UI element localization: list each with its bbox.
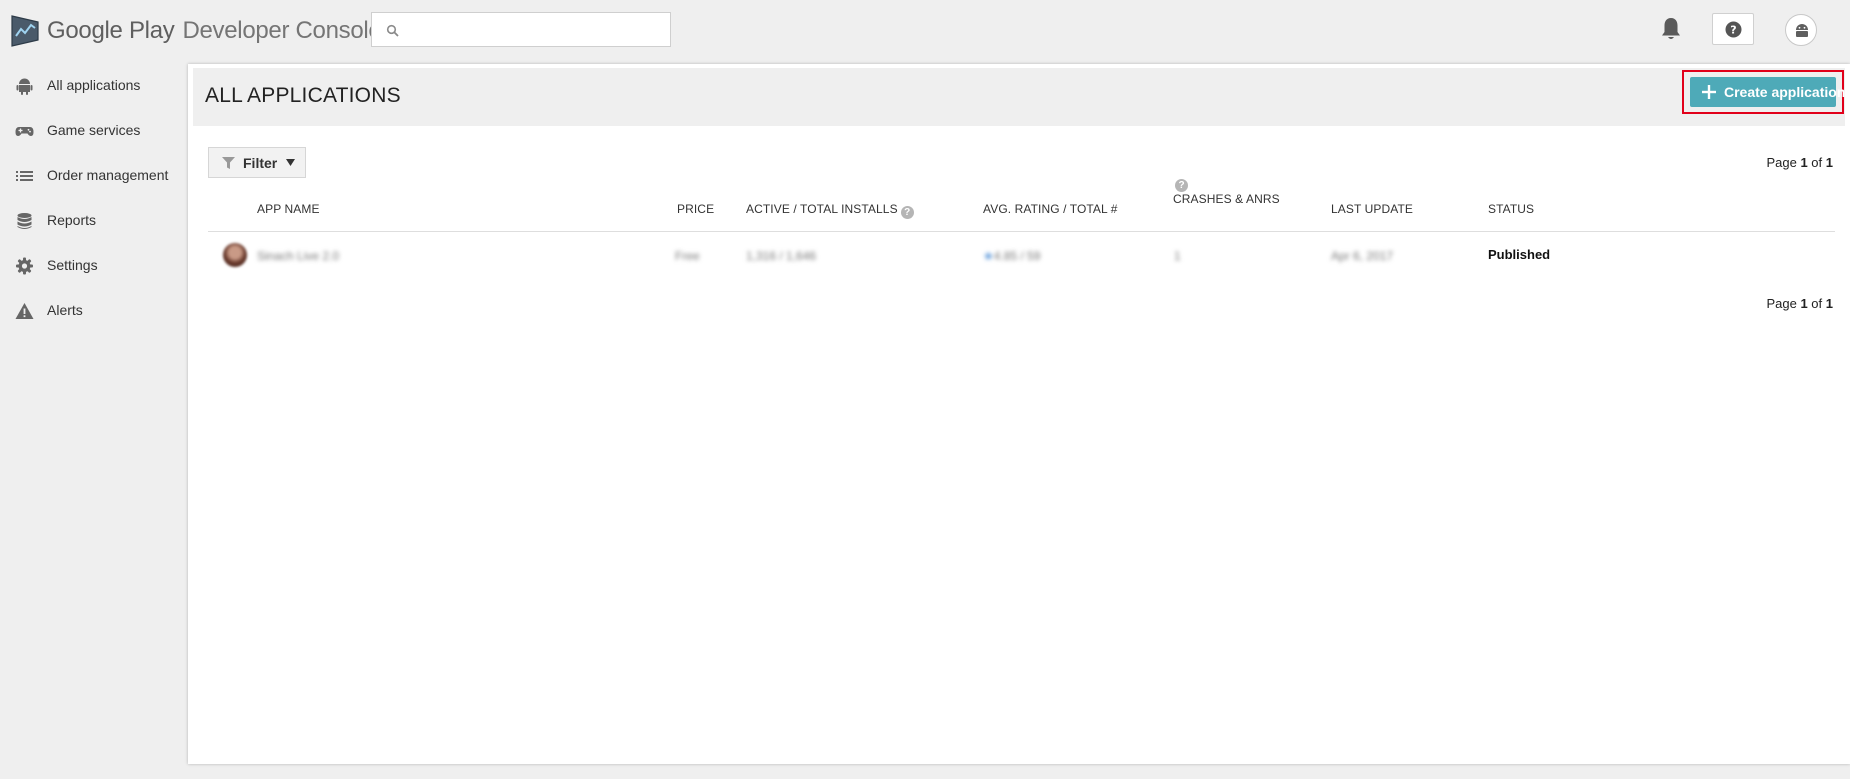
chevron-down-icon [286, 159, 295, 166]
pagination-top: Page 1 of 1 [1766, 155, 1833, 170]
pager-total-pages: 1 [1825, 296, 1833, 311]
search-input[interactable] [408, 13, 666, 46]
brand-google-play: Google Play [47, 17, 175, 44]
search-icon [386, 24, 399, 37]
svg-text:?: ? [1730, 24, 1736, 37]
pagination-bottom: Page 1 of 1 [1766, 296, 1833, 311]
last-update-cell: Apr 6, 2017 [1331, 249, 1394, 263]
account-avatar-button[interactable] [1785, 14, 1817, 46]
brand-title[interactable]: Google Play Developer Console [47, 15, 382, 47]
pager-of: of [1807, 296, 1826, 311]
rating-value: 4.85 / 59 [993, 249, 1041, 263]
crashes-cell: 1 [1174, 249, 1181, 263]
pager-prefix: Page [1766, 296, 1801, 311]
rating-cell: ★4.85 / 59 [983, 249, 1040, 263]
main-panel: ALL APPLICATIONS Create application Filt… [188, 64, 1850, 764]
notifications-bell-icon[interactable] [1659, 16, 1683, 42]
sidebar-item-reports[interactable]: Reports [0, 197, 187, 242]
create-application-label: Create application [1724, 84, 1846, 100]
sidebar-item-order-management[interactable]: Order management [0, 152, 187, 197]
app-icon [223, 243, 247, 267]
sidebar-item-label: Order management [47, 167, 169, 183]
help-icon[interactable]: ? [900, 206, 914, 219]
column-header-status[interactable]: STATUS [1488, 202, 1534, 216]
create-application-button[interactable]: Create application [1690, 77, 1845, 107]
column-header-installs-label: ACTIVE / TOTAL INSTALLS [746, 202, 898, 216]
app-name-cell[interactable]: Sinach Live 2.0 [257, 249, 339, 263]
column-header-last-update[interactable]: LAST UPDATE [1331, 202, 1413, 216]
column-header-price[interactable]: PRICE [677, 202, 714, 216]
warning-icon [15, 303, 34, 319]
column-header-crashes[interactable]: CRASHES & ANRS [1173, 192, 1280, 206]
google-play-logo-icon[interactable] [10, 14, 40, 48]
list-icon [16, 171, 33, 181]
star-icon: ★ [983, 249, 994, 263]
android-avatar-icon [1796, 24, 1808, 37]
column-header-rating[interactable]: AVG. RATING / TOTAL # [983, 202, 1118, 216]
column-header-installs[interactable]: ACTIVE / TOTAL INSTALLS? [746, 202, 914, 219]
sidebar-item-alerts[interactable]: Alerts [0, 287, 187, 332]
pager-current-page: 1 [1800, 155, 1808, 170]
help-icon[interactable]: ? [1175, 179, 1188, 192]
sidebar-item-label: All applications [47, 77, 141, 93]
sidebar-item-settings[interactable]: Settings [0, 242, 187, 287]
sidebar-item-game-services[interactable]: Game services [0, 107, 187, 152]
status-cell: Published [1488, 247, 1551, 262]
pager-prefix: Page [1766, 155, 1801, 170]
pager-current-page: 1 [1800, 296, 1808, 311]
price-cell: Free [675, 249, 700, 263]
pager-of: of [1807, 155, 1826, 170]
table-row[interactable]: Sinach Live 2.0 Free 1,316 / 1,646 ★4.85… [208, 232, 1835, 277]
sidebar-item-all-applications[interactable]: All applications [0, 62, 187, 107]
filter-funnel-icon [222, 157, 235, 169]
page-title: ALL APPLICATIONS [205, 84, 401, 107]
gamepad-icon [15, 127, 34, 136]
gear-icon [16, 257, 33, 275]
plus-icon [1702, 85, 1716, 99]
pager-total-pages: 1 [1825, 155, 1833, 170]
database-icon [17, 213, 32, 229]
sidebar-item-label: Alerts [47, 302, 83, 318]
column-header-app-name[interactable]: APP NAME [257, 202, 320, 216]
search-box[interactable] [371, 12, 671, 47]
filter-label: Filter [243, 155, 278, 171]
installs-cell: 1,316 / 1,646 [746, 249, 817, 263]
sidebar-item-label: Settings [47, 257, 98, 273]
help-button[interactable]: ? [1712, 13, 1754, 45]
sidebar-item-label: Game services [47, 122, 141, 138]
help-icon: ? [1725, 21, 1742, 38]
create-application-highlight: Create application [1682, 70, 1845, 114]
android-icon [16, 78, 33, 95]
brand-developer-console: Developer Console [182, 17, 382, 44]
sidebar-nav: All applications Game services Order man… [0, 62, 187, 332]
sidebar-item-label: Reports [47, 212, 97, 228]
page-header: ALL APPLICATIONS Create application [193, 68, 1845, 126]
top-bar: Google Play Developer Console ? [0, 0, 1850, 62]
filter-dropdown-button[interactable]: Filter [208, 147, 306, 178]
